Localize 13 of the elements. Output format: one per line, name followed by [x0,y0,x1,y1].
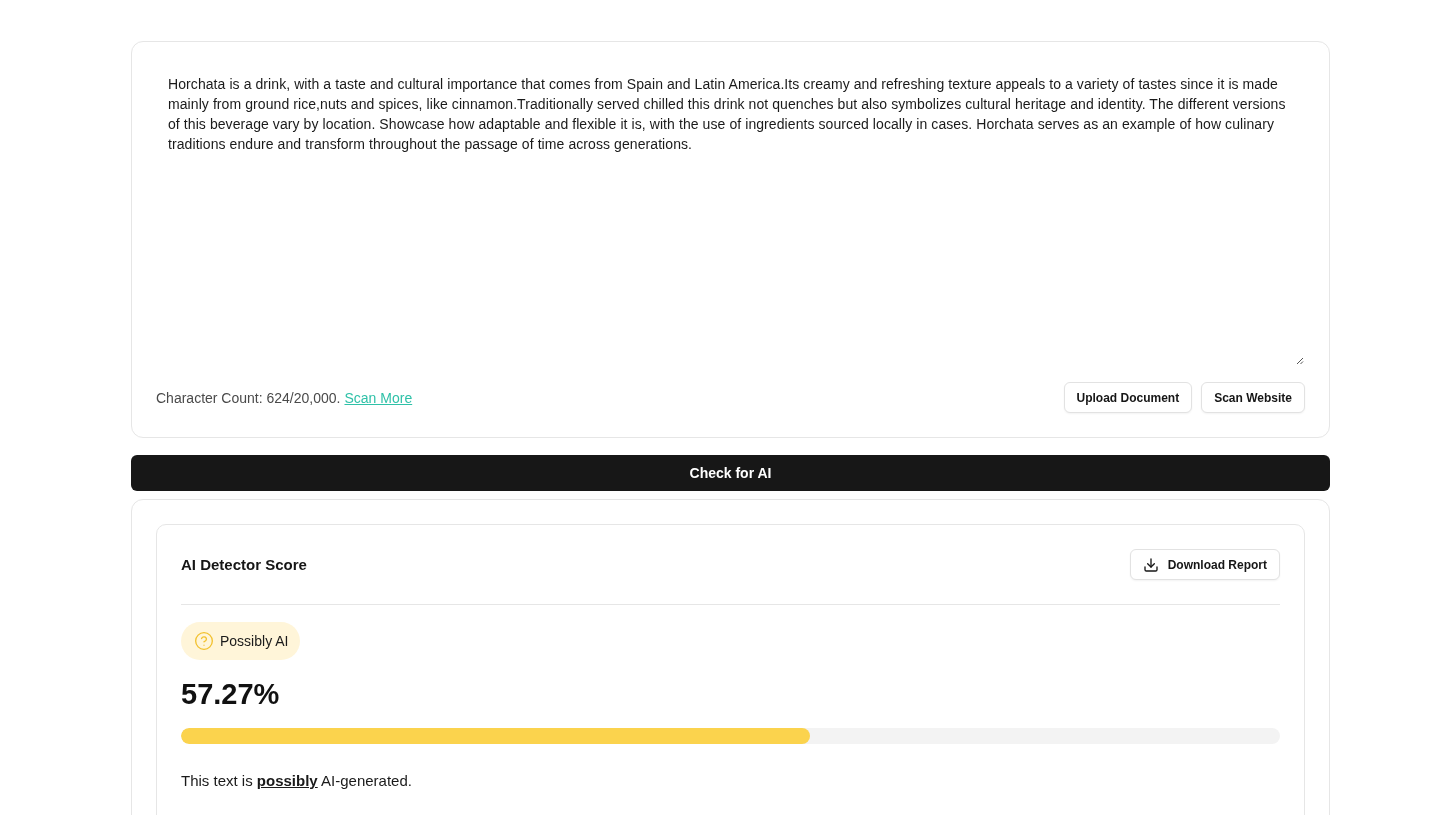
question-circle-icon [194,631,214,651]
check-for-ai-button[interactable]: Check for AI [131,455,1330,491]
download-icon [1142,556,1159,573]
upload-document-button[interactable]: Upload Document [1063,382,1193,413]
badge-label: Possibly AI [220,633,289,649]
score-value: 57.27% [181,677,281,711]
scan-website-button[interactable]: Scan Website [1201,382,1305,413]
text-input-box[interactable] [131,41,1330,438]
verdict-text: This text is possibly AI-generated. [181,772,413,789]
download-report-button[interactable]: Download Report [1129,549,1280,580]
score-title: AI Detector Score [181,556,307,573]
resize-grip-icon[interactable] [1296,357,1304,365]
character-count: Character Count: 624/20,000. [156,389,341,406]
